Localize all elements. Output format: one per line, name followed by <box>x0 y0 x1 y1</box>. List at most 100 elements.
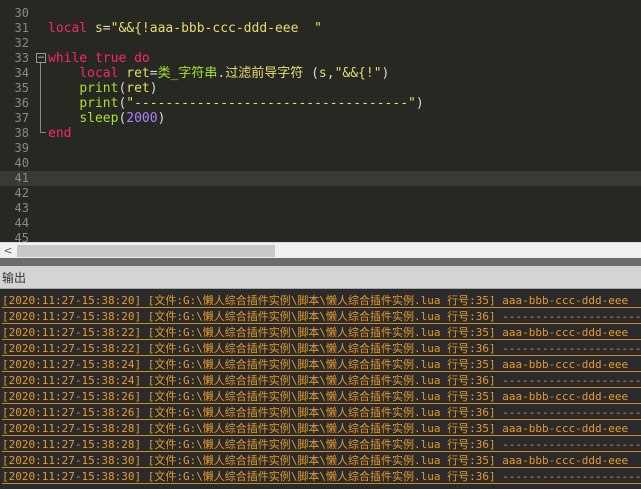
line-code: local ret=类_字符串.过滤前导字符 (s,"&&{!") <box>48 66 389 81</box>
line-number: 43 <box>14 201 29 215</box>
log-row-underline <box>2 419 641 420</box>
log-row: [2020:11:27-15:38:26] [文件:G:\懒人综合插件实例\脚本… <box>2 405 641 421</box>
code-token: 过滤前导字符 <box>225 66 304 81</box>
code-token: ) <box>415 96 424 111</box>
output-log[interactable]: [2020:11:27-15:38:20] [文件:G:\懒人综合插件实例\脚本… <box>0 289 641 489</box>
code-token: , <box>326 66 335 81</box>
log-text: [2020:11:27-15:38:24] [文件:G:\懒人综合插件实例\脚本… <box>2 358 629 371</box>
code-line[interactable]: 38 end <box>0 126 641 141</box>
code-line[interactable]: 30 <box>0 6 641 21</box>
line-number: 32 <box>14 36 29 50</box>
line-number: 41 <box>14 171 29 185</box>
code-token: local <box>48 21 88 36</box>
fold-range-line <box>40 63 41 132</box>
code-line[interactable]: 35 print(ret) <box>0 81 641 96</box>
log-row-underline <box>2 435 641 436</box>
log-text: [2020:11:27-15:38:30] [文件:G:\懒人综合插件实例\脚本… <box>2 470 641 483</box>
code-token: ) <box>157 111 166 126</box>
code-token: ) <box>381 66 390 81</box>
log-text: [2020:11:27-15:38:26] [文件:G:\懒人综合插件实例\脚本… <box>2 406 641 419</box>
code-line[interactable]: 41 <box>0 171 641 186</box>
code-token: "&&{!aaa-bbb-ccc-ddd-eee " <box>110 21 322 36</box>
code-line[interactable]: 42 <box>0 186 641 201</box>
log-row: [2020:11:27-15:38:30] [文件:G:\懒人综合插件实例\脚本… <box>2 453 641 469</box>
panel-splitter[interactable] <box>0 258 641 266</box>
code-token: ret <box>126 66 150 81</box>
line-code: end <box>48 126 71 141</box>
log-text: [2020:11:27-15:38:26] [文件:G:\懒人综合插件实例\脚本… <box>2 390 629 403</box>
output-panel-title: 输出 <box>2 271 27 285</box>
log-text: [2020:11:27-15:38:28] [文件:G:\懒人综合插件实例\脚本… <box>2 438 641 451</box>
line-code: while true do <box>48 51 150 66</box>
log-row-underline <box>2 403 641 404</box>
line-number: 40 <box>14 156 29 170</box>
scrollbar-thumb[interactable] <box>17 245 275 257</box>
line-number: 38 <box>14 126 29 140</box>
code-token: = <box>149 66 158 81</box>
fold-range-end <box>40 132 46 133</box>
code-line[interactable]: 39 <box>0 141 641 156</box>
code-token: while <box>48 51 88 66</box>
log-row: [2020:11:27-15:38:22] [文件:G:\懒人综合插件实例\脚本… <box>2 341 641 357</box>
code-line[interactable]: 44 <box>0 216 641 231</box>
code-line[interactable]: 45 <box>0 231 641 242</box>
log-row-underline <box>2 371 641 372</box>
horizontal-scrollbar[interactable]: < <box>0 242 641 259</box>
log-row-underline <box>2 451 641 452</box>
line-number: 45 <box>14 231 29 242</box>
log-row-underline <box>2 483 641 484</box>
code-token: local <box>79 66 119 81</box>
code-token: = <box>102 21 111 36</box>
code-line[interactable]: 33 while true do <box>0 51 641 66</box>
code-line[interactable]: 43 <box>0 201 641 216</box>
code-token: true <box>94 51 127 66</box>
log-text: [2020:11:27-15:38:20] [文件:G:\懒人综合插件实例\脚本… <box>2 294 629 307</box>
line-number: 35 <box>14 81 29 95</box>
code-token: ) <box>149 81 158 96</box>
log-text: [2020:11:27-15:38:22] [文件:G:\懒人综合插件实例\脚本… <box>2 326 629 339</box>
code-token: print <box>79 96 119 111</box>
code-token: "&&{!" <box>334 66 382 81</box>
code-line[interactable]: 34 local ret=类_字符串.过滤前导字符 (s,"&&{!") <box>0 66 641 81</box>
fold-toggle-icon[interactable]: − <box>36 53 46 63</box>
log-row-underline <box>2 355 641 356</box>
code-line[interactable]: 37 sleep(2000) <box>0 111 641 126</box>
log-row: [2020:11:27-15:38:26] [文件:G:\懒人综合插件实例\脚本… <box>2 389 641 405</box>
log-row-underline <box>2 307 641 308</box>
log-text: [2020:11:27-15:38:28] [文件:G:\懒人综合插件实例\脚本… <box>2 422 629 435</box>
code-token: 类_字符串 <box>157 66 218 81</box>
log-row: [2020:11:27-15:38:30] [文件:G:\懒人综合插件实例\脚本… <box>2 469 641 485</box>
code-line[interactable]: 31 local s="&&{!aaa-bbb-ccc-ddd-eee " <box>0 21 641 36</box>
code-token: end <box>48 126 72 141</box>
code-editor[interactable]: 30 31 local s="&&{!aaa-bbb-ccc-ddd-eee " 32… <box>0 0 641 242</box>
code-token: ret <box>126 81 150 96</box>
line-number: 36 <box>14 96 29 110</box>
code-line[interactable]: 32 <box>0 36 641 51</box>
log-row: [2020:11:27-15:38:24] [文件:G:\懒人综合插件实例\脚本… <box>2 357 641 373</box>
code-token: ( <box>303 66 319 81</box>
code-line[interactable]: 40 <box>0 156 641 171</box>
scroll-left-arrow-icon[interactable]: < <box>0 243 16 259</box>
line-code: sleep(2000) <box>48 111 165 126</box>
code-token: "-----------------------------------" <box>126 96 416 111</box>
code-token: 2000 <box>126 111 158 126</box>
code-token: s <box>318 66 327 81</box>
log-row: [2020:11:27-15:38:20] [文件:G:\懒人综合插件实例\脚本… <box>2 293 641 309</box>
line-code: print(ret) <box>48 81 158 96</box>
code-token: print <box>79 81 119 96</box>
code-token: sleep <box>79 111 119 126</box>
log-row: [2020:11:27-15:38:28] [文件:G:\懒人综合插件实例\脚本… <box>2 421 641 437</box>
log-text: [2020:11:27-15:38:24] [文件:G:\懒人综合插件实例\脚本… <box>2 374 641 387</box>
line-number: 30 <box>14 6 29 20</box>
log-row: [2020:11:27-15:38:28] [文件:G:\懒人综合插件实例\脚本… <box>2 437 641 453</box>
code-token: s <box>94 21 103 36</box>
log-row: [2020:11:27-15:38:20] [文件:G:\懒人综合插件实例\脚本… <box>2 309 641 325</box>
line-code: print("---------------------------------… <box>48 96 424 111</box>
code-line[interactable]: 36 print("------------------------------… <box>0 96 641 111</box>
log-row-underline <box>2 467 641 468</box>
